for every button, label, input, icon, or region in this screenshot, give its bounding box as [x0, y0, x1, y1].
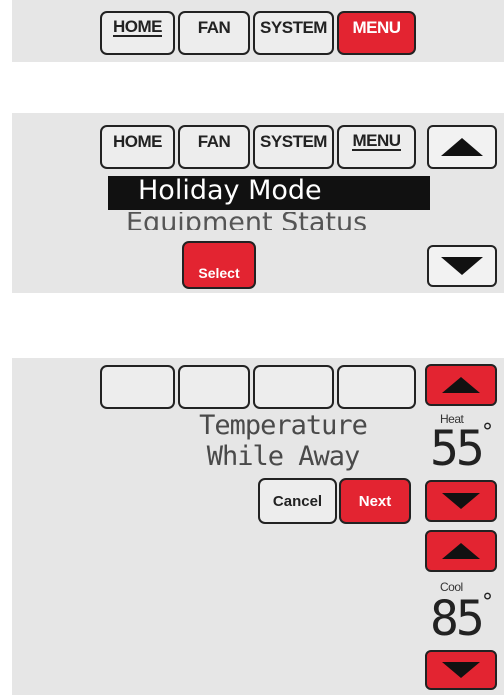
thermostat-screen-home: HOME FAN SYSTEM MENU	[12, 0, 504, 62]
tab-menu-label: MENU	[352, 131, 401, 151]
up-arrow-icon	[441, 138, 483, 156]
tab-system-label: SYSTEM	[260, 18, 327, 37]
select-button[interactable]: Select	[182, 241, 256, 289]
blank-soft-key-1[interactable]	[100, 365, 175, 409]
menu-item-next[interactable]: Equipment Status	[126, 212, 367, 230]
tab-home[interactable]: HOME	[100, 11, 175, 55]
heat-down-button[interactable]	[425, 480, 497, 522]
thermostat-screen-menu: HOME FAN SYSTEM MENU Holiday Mode Equipm…	[12, 113, 504, 293]
tab-fan-label: FAN	[197, 18, 231, 37]
cool-down-button[interactable]	[425, 650, 497, 690]
next-button-label: Next	[358, 492, 392, 510]
tab-system-label: SYSTEM	[260, 132, 327, 151]
down-arrow-icon	[442, 493, 480, 509]
tab-home[interactable]: HOME	[100, 125, 175, 169]
scroll-up-button[interactable]	[427, 125, 497, 169]
menu-item-clip: Equipment Status	[108, 212, 430, 230]
blank-soft-key-4[interactable]	[337, 365, 416, 409]
select-button-label: Select	[198, 265, 240, 281]
heat-degree: °	[482, 420, 493, 445]
prompt-line-2: While Away	[206, 441, 361, 472]
thermostat-screen-holiday: Temperature While Away Cancel Next Heat …	[12, 358, 504, 695]
tab-menu-label: MENU	[352, 18, 401, 37]
blank-soft-key-3[interactable]	[253, 365, 334, 409]
tab-menu[interactable]: MENU	[337, 11, 416, 55]
up-arrow-icon	[442, 377, 480, 393]
prompt-line-1: Temperature	[199, 410, 368, 441]
tab-menu[interactable]: MENU	[337, 125, 416, 169]
cancel-button-label: Cancel	[272, 492, 323, 510]
tab-system[interactable]: SYSTEM	[253, 125, 334, 169]
tab-fan-label: FAN	[197, 132, 231, 151]
down-arrow-icon	[442, 662, 480, 678]
heat-up-button[interactable]	[425, 364, 497, 406]
tab-fan[interactable]: FAN	[178, 125, 250, 169]
up-arrow-icon	[442, 543, 480, 559]
cancel-button[interactable]: Cancel	[258, 478, 337, 524]
tab-home-label: HOME	[113, 17, 163, 37]
tab-system[interactable]: SYSTEM	[253, 11, 334, 55]
cool-up-button[interactable]	[425, 530, 497, 572]
tab-fan[interactable]: FAN	[178, 11, 250, 55]
tab-home-label: HOME	[113, 132, 163, 151]
cool-setpoint: 85	[430, 591, 485, 647]
scroll-down-button[interactable]	[427, 245, 497, 287]
blank-soft-key-2[interactable]	[178, 365, 250, 409]
cool-degree: °	[482, 590, 493, 615]
down-arrow-icon	[441, 257, 483, 275]
heat-setpoint: 55	[430, 421, 485, 477]
next-button[interactable]: Next	[339, 478, 411, 524]
menu-item-selected[interactable]: Holiday Mode	[138, 175, 322, 206]
